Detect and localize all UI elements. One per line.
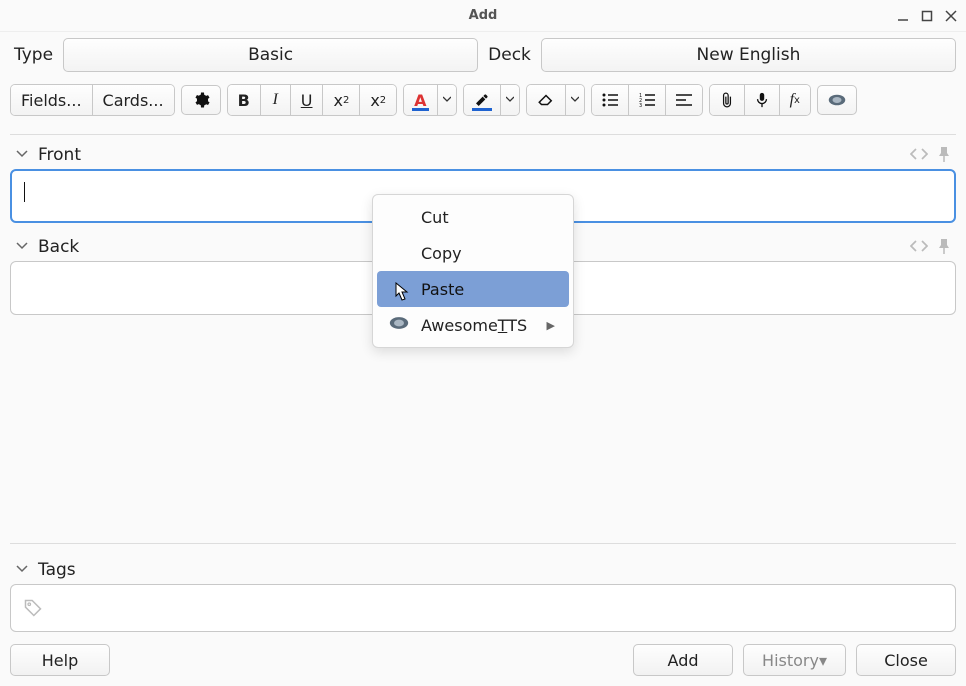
note-type-selector[interactable]: Basic: [63, 38, 478, 72]
subscript-button[interactable]: x2: [360, 85, 396, 115]
gear-icon: [192, 91, 210, 109]
type-label: Type: [10, 45, 57, 65]
text-color-dropdown[interactable]: [438, 85, 456, 115]
close-button[interactable]: Close: [856, 644, 956, 676]
close-window-button[interactable]: [942, 7, 960, 25]
microphone-icon: [755, 92, 769, 108]
align-button[interactable]: [666, 85, 702, 115]
tags-header[interactable]: Tags: [10, 556, 956, 584]
settings-button[interactable]: [181, 85, 221, 115]
svg-text:3: 3: [639, 103, 642, 107]
remove-format-button[interactable]: [527, 85, 566, 115]
equation-button[interactable]: fx: [780, 85, 810, 115]
toggle-html-button[interactable]: [910, 147, 928, 163]
chevron-down-icon: [16, 240, 30, 254]
submenu-arrow-icon: ▶: [547, 319, 555, 332]
context-copy[interactable]: Copy: [377, 235, 569, 271]
window-title: Add: [469, 8, 498, 23]
tags-label: Tags: [38, 560, 76, 580]
maximize-button[interactable]: [918, 7, 936, 25]
editor-toolbar: Fields... Cards... B I U x2 x2 A: [10, 80, 956, 120]
ordered-list-button[interactable]: 123: [629, 85, 666, 115]
numbered-list-icon: 123: [639, 93, 655, 107]
format-group: B I U x2 x2: [227, 84, 398, 116]
highlighter-icon: [474, 92, 490, 108]
type-deck-row: Type Basic Deck New English: [10, 38, 956, 72]
eraser-icon: [537, 92, 555, 108]
front-field-label: Front: [38, 145, 81, 165]
context-menu: Cut Copy Paste AwesomeTTS ▶: [372, 194, 574, 348]
text-color-underline: [412, 108, 428, 111]
highlight-color-underline: [472, 108, 492, 111]
context-awesometts[interactable]: AwesomeTTS ▶: [377, 307, 569, 343]
deck-value: New English: [697, 45, 801, 65]
fields-cards-group: Fields... Cards...: [10, 84, 175, 116]
highlight-group: [463, 84, 520, 116]
chevron-down-icon: [16, 148, 30, 162]
cards-button[interactable]: Cards...: [93, 85, 174, 115]
deck-selector[interactable]: New English: [541, 38, 956, 72]
remove-format-dropdown[interactable]: [566, 85, 584, 115]
front-field-header[interactable]: Front: [10, 141, 956, 169]
chevron-down-icon: [506, 96, 514, 104]
titlebar: Add: [0, 0, 966, 32]
textcolor-group: A: [403, 84, 456, 116]
list-align-group: 123: [591, 84, 703, 116]
toggle-html-button[interactable]: [910, 239, 928, 255]
underline-button[interactable]: U: [291, 85, 324, 115]
pin-field-button[interactable]: [938, 147, 950, 163]
superscript-button[interactable]: x2: [323, 85, 360, 115]
help-button[interactable]: Help: [10, 644, 110, 676]
awesometts-toolbar-button[interactable]: [817, 85, 857, 115]
paperclip-icon: [720, 92, 734, 108]
window-controls: [894, 0, 960, 32]
fields-button[interactable]: Fields...: [11, 85, 93, 115]
attach-button[interactable]: [710, 85, 745, 115]
unordered-list-button[interactable]: [592, 85, 629, 115]
bold-button[interactable]: B: [228, 85, 261, 115]
record-audio-button[interactable]: [745, 85, 780, 115]
text-color-button[interactable]: A: [404, 85, 437, 115]
context-paste[interactable]: Paste: [377, 271, 569, 307]
pin-field-button[interactable]: [938, 239, 950, 255]
speaker-icon: [389, 315, 409, 335]
divider: [10, 134, 956, 135]
note-type-value: Basic: [248, 45, 293, 65]
chevron-down-icon: [16, 563, 30, 577]
deck-label: Deck: [484, 45, 535, 65]
highlight-button[interactable]: [464, 85, 501, 115]
chevron-down-icon: [571, 96, 579, 104]
align-icon: [676, 93, 692, 107]
history-button[interactable]: History▾: [743, 644, 846, 676]
highlight-dropdown[interactable]: [501, 85, 519, 115]
divider: [10, 543, 956, 544]
erase-group: [526, 84, 585, 116]
chevron-down-icon: [443, 96, 451, 104]
bottom-button-bar: Help Add History▾ Close: [10, 632, 956, 676]
bullet-list-icon: [602, 93, 618, 107]
tags-section: Tags: [10, 556, 956, 632]
back-field-label: Back: [38, 237, 79, 257]
add-button[interactable]: Add: [633, 644, 733, 676]
minimize-button[interactable]: [894, 7, 912, 25]
context-cut[interactable]: Cut: [377, 199, 569, 235]
italic-button[interactable]: I: [261, 85, 291, 115]
tags-input[interactable]: [10, 584, 956, 632]
tag-icon: [23, 598, 43, 618]
speaker-icon: [828, 93, 846, 107]
media-group: fx: [709, 84, 811, 116]
